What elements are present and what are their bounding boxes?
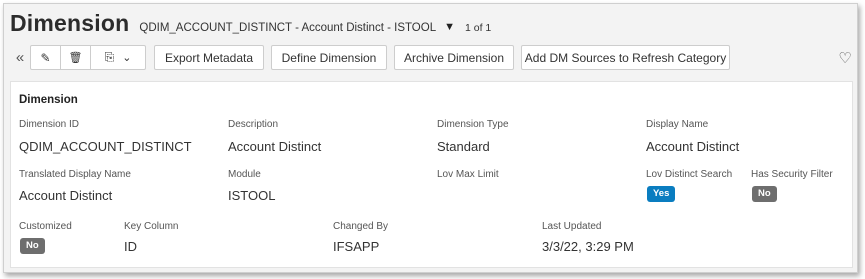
define-dimension-button[interactable]: Define Dimension [271, 45, 387, 70]
changed-by-label: Changed By [333, 221, 389, 232]
dimension-page: Dimension QDIM_ACCOUNT_DISTINCT - Accoun… [3, 3, 858, 273]
display-name-value: Account Distinct [646, 139, 740, 154]
module-label: Module [228, 169, 261, 180]
dimension-card: Dimension Dimension ID QDIM_ACCOUNT_DIST… [10, 81, 853, 268]
page-title: Dimension [10, 10, 130, 36]
translated-display-name-value: Account Distinct [19, 188, 113, 203]
description-label: Description [228, 119, 279, 130]
record-selector-caret-icon[interactable]: ▼ [444, 21, 455, 33]
toolbar: « ✎ 🗑 ⎘ ⌄ Export Metadata Define Dimensi… [10, 45, 855, 71]
description-value: Account Distinct [228, 139, 322, 154]
changed-by-value: IFSAPP [333, 239, 380, 254]
has-security-filter-badge: No [752, 186, 777, 202]
customized-badge: No [20, 238, 45, 254]
card-title: Dimension [19, 94, 78, 106]
record-counter: 1 of 1 [464, 22, 492, 34]
pencil-icon: ✎ [40, 50, 51, 65]
dimension-type-label: Dimension Type [437, 119, 509, 130]
chevron-down-icon: ⌄ [122, 52, 132, 64]
add-dm-sources-button[interactable]: Add DM Sources to Refresh Category [521, 45, 730, 70]
edit-button[interactable]: ✎ [30, 45, 61, 70]
translated-display-name-label: Translated Display Name [19, 169, 131, 180]
last-updated-value: 3/3/22, 3:29 PM [542, 239, 634, 254]
display-name-label: Display Name [646, 119, 709, 130]
has-security-filter-label: Has Security Filter [751, 169, 833, 180]
lov-max-limit-label: Lov Max Limit [437, 169, 499, 180]
favorite-heart-icon[interactable]: ♡ [836, 45, 854, 70]
collapse-icon[interactable]: « [12, 45, 28, 70]
export-metadata-button[interactable]: Export Metadata [154, 45, 264, 70]
module-value: ISTOOL [228, 188, 276, 203]
page-header: Dimension QDIM_ACCOUNT_DISTINCT - Accoun… [10, 10, 491, 40]
dimension-type-value: Standard [437, 139, 490, 154]
key-column-value: ID [124, 239, 137, 254]
customized-label: Customized [19, 221, 72, 232]
archive-dimension-button[interactable]: Archive Dimension [394, 45, 514, 70]
trash-icon: 🗑 [68, 52, 83, 64]
dimension-id-label: Dimension ID [19, 119, 80, 130]
lov-distinct-search-label: Lov Distinct Search [646, 169, 733, 180]
record-subtitle: QDIM_ACCOUNT_DISTINCT - Account Distinct… [139, 22, 437, 34]
copy-menu-button[interactable]: ⎘ ⌄ [90, 45, 146, 70]
key-column-label: Key Column [124, 221, 179, 232]
copy-icon: ⎘ [104, 50, 115, 64]
last-updated-label: Last Updated [542, 221, 602, 232]
dimension-id-value: QDIM_ACCOUNT_DISTINCT [19, 139, 192, 154]
lov-distinct-search-badge: Yes [647, 186, 676, 202]
delete-button[interactable]: 🗑 [60, 45, 91, 70]
